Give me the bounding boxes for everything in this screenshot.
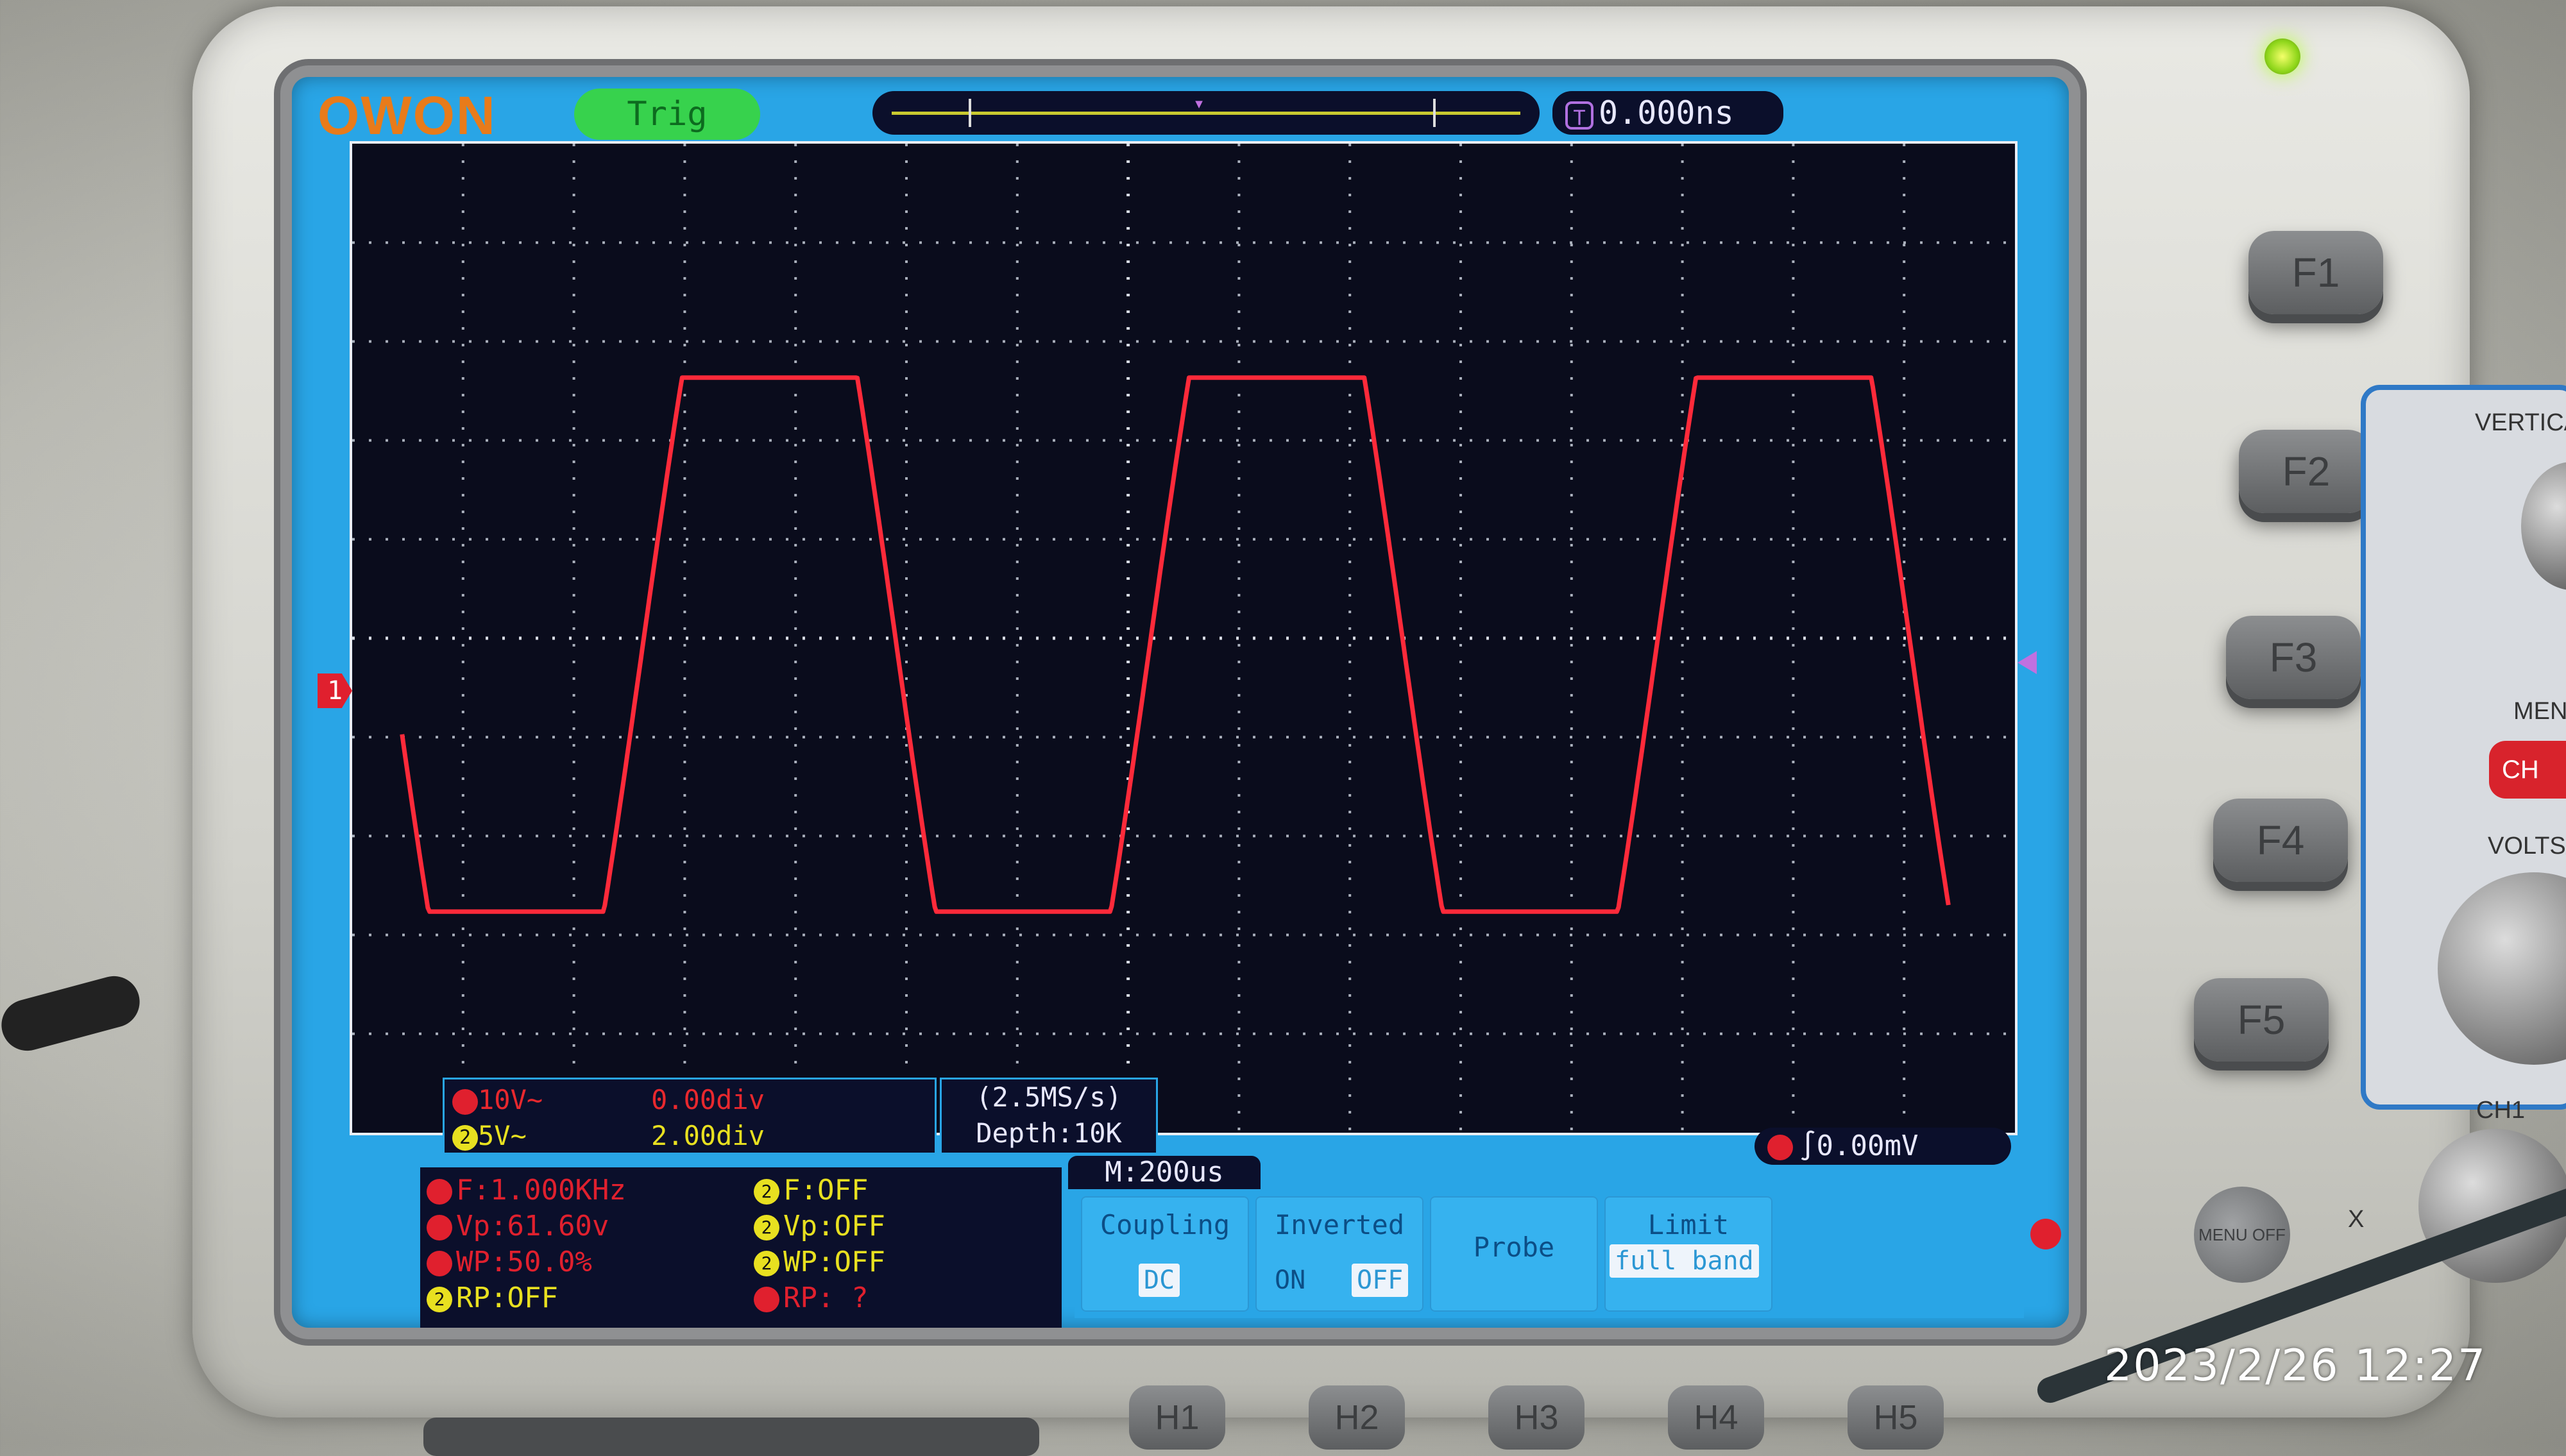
ch1-menu-button[interactable]: CH — [2489, 741, 2566, 799]
measurement-item: RP: ? — [754, 1280, 868, 1316]
ch2-dot-icon: 2 — [427, 1287, 452, 1312]
measurement-item: 2 WP:OFF — [754, 1244, 885, 1280]
f4-button[interactable]: F4 — [2213, 799, 2348, 882]
trigger-edge-icon: ∫ — [1799, 1130, 1817, 1162]
waveform-svg — [352, 144, 2015, 1133]
vertical-label: VERTICA — [2475, 409, 2566, 436]
ch1-settings-row: 10V~ 0.00div — [452, 1082, 927, 1118]
menu-limit[interactable]: Limit full band — [1604, 1196, 1772, 1312]
f5-button[interactable]: F5 — [2194, 978, 2329, 1062]
measurement-item: 2 F:OFF — [754, 1172, 868, 1208]
timebase-readout: M:200us — [1068, 1156, 1261, 1189]
sample-rate: (2.5MS/s) — [976, 1081, 1122, 1113]
memory-depth: Depth:10K — [976, 1117, 1122, 1149]
trigger-level-value: 0.00mV — [1816, 1130, 1919, 1162]
trigger-point-marker-icon: ▾ — [1193, 92, 1205, 115]
h4-button[interactable]: H4 — [1668, 1385, 1764, 1450]
ch2-dot-icon: 2 — [754, 1251, 779, 1276]
ch1-scale: 10V~ — [478, 1084, 543, 1115]
measurement-item: 2 RP:OFF — [427, 1280, 558, 1316]
ch1-position: 0.00div — [651, 1084, 765, 1115]
brand-logo: OWON — [318, 85, 497, 146]
menu-label: MEN — [2513, 698, 2566, 725]
probe-cable — [0, 970, 146, 1057]
trigger-source-dot-icon — [1767, 1135, 1793, 1160]
h2-button[interactable]: H2 — [1309, 1385, 1405, 1450]
ch1-waveform-trace — [400, 375, 1951, 914]
menu-inverted-title: Inverted — [1274, 1209, 1405, 1240]
ch2-position: 2.00div — [651, 1120, 765, 1151]
menu-coupling-title: Coupling — [1100, 1209, 1230, 1240]
brand-plate — [423, 1418, 1039, 1456]
ch2-scale: 5V~ — [478, 1120, 527, 1151]
menu-channel-indicator-icon — [2030, 1219, 2061, 1249]
ch1-dot-icon — [427, 1215, 452, 1240]
channel-menu: Coupling DC Inverted ON OFF Probe Limit … — [1075, 1190, 2024, 1318]
h5-button[interactable]: H5 — [1848, 1385, 1944, 1450]
acquisition-box: (2.5MS/s) Depth:10K — [940, 1078, 1158, 1155]
menu-coupling[interactable]: Coupling DC — [1081, 1196, 1249, 1312]
power-led — [2264, 38, 2300, 74]
volts-label: VOLTS/ — [2488, 833, 2566, 859]
waveform-plot[interactable] — [350, 141, 2018, 1135]
trigger-level-marker-icon[interactable] — [2018, 651, 2037, 674]
graticule — [352, 144, 2015, 1133]
menu-limit-value: full band — [1610, 1244, 1759, 1278]
menu-probe[interactable]: Probe — [1430, 1196, 1598, 1312]
ch1-reference-marker[interactable]: 1 — [318, 673, 352, 708]
measurement-item: Vp:61.60v — [427, 1208, 609, 1244]
ch2-settings-row: 2 5V~ 2.00div — [452, 1118, 927, 1154]
trigger-position-icon: T — [1565, 101, 1593, 130]
trigger-position-readout: T 0.000ns — [1552, 91, 1783, 135]
ch1-dot-icon — [427, 1179, 452, 1205]
ch2-dot-icon: 2 — [754, 1215, 779, 1240]
h3-button[interactable]: H3 — [1488, 1385, 1585, 1450]
ch2-dot-icon: 2 — [452, 1124, 478, 1151]
menu-inverted-off: OFF — [1352, 1264, 1409, 1297]
channel-settings-box: 10V~ 0.00div 2 5V~ 2.00div — [443, 1078, 937, 1155]
ch1-dot-icon — [427, 1251, 452, 1276]
ch2-dot-icon: 2 — [754, 1179, 779, 1205]
measurement-item: F:1.000KHz — [427, 1172, 626, 1208]
measurement-item: WP:50.0% — [427, 1244, 592, 1280]
x-input-label: X — [2348, 1206, 2365, 1233]
memory-position-bar[interactable]: ▾ — [872, 91, 1540, 135]
menu-probe-title: Probe — [1473, 1232, 1555, 1263]
f1-button[interactable]: F1 — [2248, 231, 2383, 314]
trigger-position-value: 0.000ns — [1599, 94, 1734, 131]
menu-coupling-value: DC — [1139, 1264, 1180, 1297]
menu-inverted-on: ON — [1275, 1266, 1306, 1295]
menu-off-button[interactable]: MENU OFF — [2194, 1187, 2290, 1283]
ch1-dot-icon — [452, 1088, 478, 1115]
ch1-input-label: CH1 — [2476, 1097, 2526, 1124]
measurement-panel: F:1.000KHz Vp:61.60v WP:50.0% 2 RP:OFF 2F… — [420, 1167, 1062, 1328]
measurement-item: 2 Vp:OFF — [754, 1208, 885, 1244]
photo-timestamp: 2023/2/26 12:27 — [2104, 1341, 2487, 1391]
f3-button[interactable]: F3 — [2226, 616, 2361, 699]
menu-inverted[interactable]: Inverted ON OFF — [1255, 1196, 1423, 1312]
f2-button[interactable]: F2 — [2239, 430, 2374, 513]
trigger-level-readout: ∫0.00mV — [1755, 1128, 2011, 1165]
ch1-dot-icon — [754, 1287, 779, 1312]
menu-limit-title: Limit — [1647, 1209, 1729, 1240]
scope-screen: OWON Trig ▾ T 0.000ns 1 10V~ 0.00div 2 5V~ 2… — [292, 77, 2069, 1328]
h1-button[interactable]: H1 — [1129, 1385, 1225, 1450]
trigger-status-badge: Trig — [574, 89, 760, 140]
